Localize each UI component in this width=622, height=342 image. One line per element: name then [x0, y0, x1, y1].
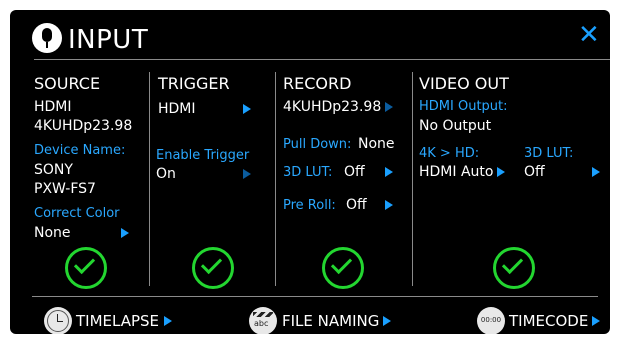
- header-divider: [34, 59, 610, 60]
- trigger-heading: TRIGGER: [158, 74, 230, 93]
- downconvert-label: 4K > HD:: [419, 146, 480, 161]
- record-ok-check-icon: [322, 247, 364, 289]
- source-ok-check-icon: [65, 247, 107, 289]
- enable-trigger-label: Enable Trigger: [156, 148, 250, 163]
- record-format-chevron-icon[interactable]: [385, 102, 393, 112]
- page-title: INPUT: [68, 25, 149, 55]
- footer-divider: [32, 296, 598, 297]
- downconvert-chevron-icon[interactable]: [497, 167, 505, 177]
- column-divider: [275, 72, 276, 286]
- timelapse-clock-icon[interactable]: [44, 307, 72, 334]
- output-lut-label: 3D LUT:: [524, 146, 574, 161]
- source-interface: HDMI: [34, 99, 72, 115]
- correct-color-value[interactable]: None: [34, 225, 71, 241]
- column-divider: [149, 72, 150, 286]
- preroll-chevron-icon[interactable]: [385, 200, 393, 210]
- record-heading: RECORD: [283, 74, 352, 93]
- preroll-value[interactable]: Off: [346, 197, 367, 213]
- record-lut-label: 3D LUT:: [283, 165, 333, 180]
- video-out-heading: VIDEO OUT: [419, 74, 509, 93]
- enable-trigger-value[interactable]: On: [156, 166, 176, 182]
- pulldown-value[interactable]: None: [358, 136, 395, 152]
- record-format[interactable]: 4KUHDp23.98: [283, 99, 381, 115]
- downconvert-value[interactable]: HDMI Auto: [419, 164, 493, 180]
- device-make: SONY: [34, 162, 73, 178]
- timecode-label[interactable]: TIMECODE: [509, 312, 588, 330]
- correct-color-label: Correct Color: [34, 206, 120, 221]
- input-screen: INPUT ✕ SOURCE HDMI 4KUHDp23.98 Device N…: [10, 10, 610, 334]
- timecode-icon[interactable]: 00:00: [477, 307, 505, 334]
- output-lut-chevron-icon[interactable]: [592, 167, 600, 177]
- file-naming-clapper-icon[interactable]: abc: [249, 307, 277, 334]
- record-lut-chevron-icon[interactable]: [385, 167, 393, 177]
- timelapse-chevron-icon[interactable]: [164, 316, 172, 326]
- trigger-ok-check-icon: [192, 247, 234, 289]
- timecode-icon-text: 00:00: [480, 316, 502, 324]
- trigger-source-value[interactable]: HDMI: [158, 101, 196, 117]
- source-format: 4KUHDp23.98: [34, 118, 133, 134]
- trigger-source-chevron-icon[interactable]: [243, 104, 251, 114]
- correct-color-chevron-icon[interactable]: [121, 228, 129, 238]
- hdmi-output-label: HDMI Output:: [419, 99, 508, 114]
- timecode-chevron-icon[interactable]: [592, 316, 600, 326]
- hdmi-output-value[interactable]: No Output: [419, 118, 491, 134]
- video-out-ok-check-icon: [493, 247, 535, 289]
- microphone-icon: [32, 23, 62, 53]
- device-model: PXW-FS7: [34, 181, 96, 197]
- output-lut-value[interactable]: Off: [524, 164, 545, 180]
- enable-trigger-chevron-icon[interactable]: [243, 169, 251, 179]
- timelapse-label[interactable]: TIMELAPSE: [76, 312, 159, 330]
- file-naming-label[interactable]: FILE NAMING: [282, 312, 379, 330]
- file-naming-icon-text: abc: [254, 319, 269, 328]
- preroll-label: Pre Roll:: [283, 198, 336, 213]
- record-lut-value[interactable]: Off: [344, 164, 365, 180]
- source-heading: SOURCE: [34, 74, 101, 93]
- file-naming-chevron-icon[interactable]: [383, 316, 391, 326]
- close-icon[interactable]: ✕: [578, 20, 600, 50]
- pulldown-label: Pull Down:: [283, 137, 352, 152]
- column-divider: [412, 72, 413, 286]
- device-name-label: Device Name:: [34, 143, 126, 158]
